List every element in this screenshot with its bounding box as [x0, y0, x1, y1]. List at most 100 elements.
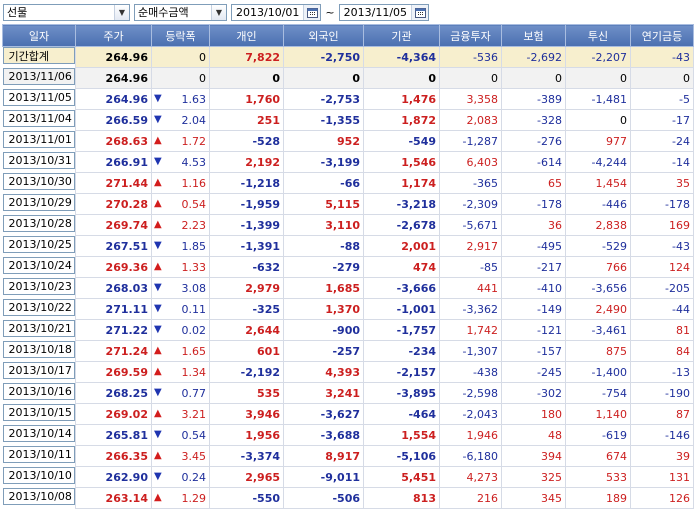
row-pension: 169 [630, 214, 694, 236]
row-investment-trust: -619 [565, 424, 631, 446]
row-pension: -13 [630, 361, 694, 383]
row-change-value: 0.54 [181, 197, 207, 211]
row-foreign: -9,011 [283, 466, 364, 488]
row-insurance: -149 [501, 298, 566, 320]
header-date[interactable]: 일자 [2, 24, 76, 47]
header-change[interactable]: 등락폭 [151, 24, 210, 47]
row-financial-investment: 1,742 [439, 319, 502, 341]
row-institution: -3,218 [363, 193, 440, 215]
table-row[interactable]: 2013/10/24 269.36 ▲ 1.33 -632 -279 474 -85 -217 7… [2, 256, 694, 278]
start-date-value[interactable]: 2013/10/01 [232, 5, 303, 20]
triangle-down-icon: ▼ [154, 93, 162, 104]
total-investment-trust: -2,207 [565, 46, 631, 68]
row-change-value: 1.34 [181, 365, 207, 379]
row-foreign: 3,110 [283, 214, 364, 236]
row-date: 2013/11/05 [2, 88, 75, 106]
table-row[interactable]: 2013/10/15 269.02 ▲ 3.21 3,946 -3,627 -464 -2,0… [2, 403, 694, 425]
table-row[interactable]: 2013/10/29 270.28 ▲ 0.54 -1,959 5,115 -3,218 -2… [2, 193, 694, 215]
table-row[interactable]: 2013/10/10 262.90 ▼ 0.24 2,965 -9,011 5,451 4,2… [2, 466, 694, 488]
table-row[interactable]: 2013/10/23 268.03 ▼ 3.08 2,979 1,685 -3,666 441… [2, 277, 694, 299]
row-change-value: 0.77 [181, 386, 207, 400]
row-financial-investment: -2,309 [439, 193, 502, 215]
row-individual: 1,956 [209, 424, 284, 446]
row-insurance: 394 [501, 445, 566, 467]
row-change-value: 1.29 [181, 491, 207, 505]
row-price: 264.96 [75, 88, 152, 110]
end-date-field[interactable]: 2013/11/05 [338, 3, 430, 21]
row-institution: 1,546 [363, 151, 440, 173]
chevron-down-icon[interactable]: ▼ [114, 4, 129, 20]
table-row[interactable]: 2013/11/01 268.63 ▲ 1.72 -528 952 -549 -1,287 -2… [2, 130, 694, 152]
table-row[interactable]: 2013/11/06 264.96 0 0 0 0 0 0 0 0 [2, 67, 694, 89]
header-foreign[interactable]: 외국인 [283, 24, 364, 47]
row-financial-investment: -2,598 [439, 382, 502, 404]
start-date-field[interactable]: 2013/10/01 [231, 3, 322, 21]
row-price: 269.59 [75, 361, 152, 383]
row-insurance: 65 [501, 172, 566, 194]
row-date: 2013/10/24 [2, 256, 75, 274]
table-row[interactable]: 2013/10/22 271.11 ▼ 0.11 -325 1,370 -1,001 -3,3… [2, 298, 694, 320]
table-row[interactable]: 2013/10/17 269.59 ▲ 1.34 -2,192 4,393 -2,157 -4… [2, 361, 694, 383]
row-change-value: 1.65 [181, 344, 207, 358]
triangle-down-icon: ▼ [154, 471, 162, 482]
row-change: ▲ 1.29 [151, 487, 210, 509]
row-foreign: -3,627 [283, 403, 364, 425]
table-row[interactable]: 2013/11/05 264.96 ▼ 1.63 1,760 -2,753 1,476 3,3… [2, 88, 694, 110]
row-change-value: 1.33 [181, 260, 207, 274]
calendar-icon[interactable] [303, 4, 321, 20]
row-individual: -1,959 [209, 193, 284, 215]
row-date: 2013/10/30 [2, 172, 75, 190]
investor-trading-table: 일자 주가 등락폭 개인 외국인 기관 금융투자 보험 투신 연기금등 기간합계… [2, 24, 694, 509]
row-price: 271.11 [75, 298, 152, 320]
row-institution: -234 [363, 340, 440, 362]
row-change: ▲ 2.23 [151, 214, 210, 236]
row-foreign: 952 [283, 130, 364, 152]
row-foreign: -3,688 [283, 424, 364, 446]
table-row[interactable]: 2013/10/30 271.44 ▲ 1.16 -1,218 -66 1,174 -365 6… [2, 172, 694, 194]
market-select[interactable]: 선물 ▼ [3, 3, 130, 21]
header-price[interactable]: 주가 [75, 24, 152, 47]
row-institution: -549 [363, 130, 440, 152]
header-financial-investment[interactable]: 금융투자 [439, 24, 502, 47]
row-investment-trust: 2,490 [565, 298, 631, 320]
table-row[interactable]: 2013/10/21 271.22 ▼ 0.02 2,644 -900 -1,757 1,74… [2, 319, 694, 341]
chevron-down-icon[interactable]: ▼ [211, 4, 226, 20]
triangle-up-icon: ▲ [154, 261, 162, 272]
table-row[interactable]: 2013/10/14 265.81 ▼ 0.54 1,956 -3,688 1,554 1,9… [2, 424, 694, 446]
row-pension: 84 [630, 340, 694, 362]
row-price: 269.02 [75, 403, 152, 425]
table-row[interactable]: 2013/11/04 266.59 ▼ 2.04 251 -1,355 1,872 2,083… [2, 109, 694, 131]
table-row[interactable]: 2013/10/18 271.24 ▲ 1.65 601 -257 -234 -1,307 -1… [2, 340, 694, 362]
row-change-value: 3.08 [181, 281, 207, 295]
header-pension[interactable]: 연기금등 [630, 24, 694, 47]
table-row[interactable]: 2013/10/25 267.51 ▼ 1.85 -1,391 -88 2,001 2,917… [2, 235, 694, 257]
row-price: 264.96 [75, 67, 152, 89]
triangle-down-icon: ▼ [154, 114, 162, 125]
table-row[interactable]: 2013/10/16 268.25 ▼ 0.77 535 3,241 -3,895 -2,59… [2, 382, 694, 404]
row-insurance: 0 [501, 67, 566, 89]
row-individual: 535 [209, 382, 284, 404]
row-date: 2013/10/11 [2, 445, 75, 463]
row-investment-trust: -3,461 [565, 319, 631, 341]
header-institution[interactable]: 기관 [363, 24, 440, 47]
header-individual[interactable]: 개인 [209, 24, 284, 47]
table-row[interactable]: 2013/10/28 269.74 ▲ 2.23 -1,399 3,110 -2,678 -5… [2, 214, 694, 236]
row-investment-trust: 0 [565, 67, 631, 89]
table-row[interactable]: 2013/10/31 266.91 ▼ 4.53 2,192 -3,199 1,546 6,4… [2, 151, 694, 173]
end-date-value[interactable]: 2013/11/05 [340, 5, 411, 20]
table-row[interactable]: 2013/10/11 266.35 ▲ 3.45 -3,374 8,917 -5,106 -6… [2, 445, 694, 467]
row-financial-investment: -1,287 [439, 130, 502, 152]
calendar-icon[interactable] [411, 4, 429, 20]
triangle-up-icon: ▲ [154, 345, 162, 356]
row-financial-investment: 2,083 [439, 109, 502, 131]
triangle-up-icon: ▲ [154, 219, 162, 230]
metric-select[interactable]: 순매수금액 ▼ [134, 3, 227, 21]
header-investment-trust[interactable]: 투신 [565, 24, 631, 47]
header-insurance[interactable]: 보험 [501, 24, 566, 47]
table-row[interactable]: 2013/10/08 263.14 ▲ 1.29 -550 -506 813 216 345 18… [2, 487, 694, 509]
row-price: 266.59 [75, 109, 152, 131]
row-institution: -2,157 [363, 361, 440, 383]
row-price: 268.03 [75, 277, 152, 299]
row-change-value: 1.72 [181, 134, 207, 148]
row-price: 266.91 [75, 151, 152, 173]
